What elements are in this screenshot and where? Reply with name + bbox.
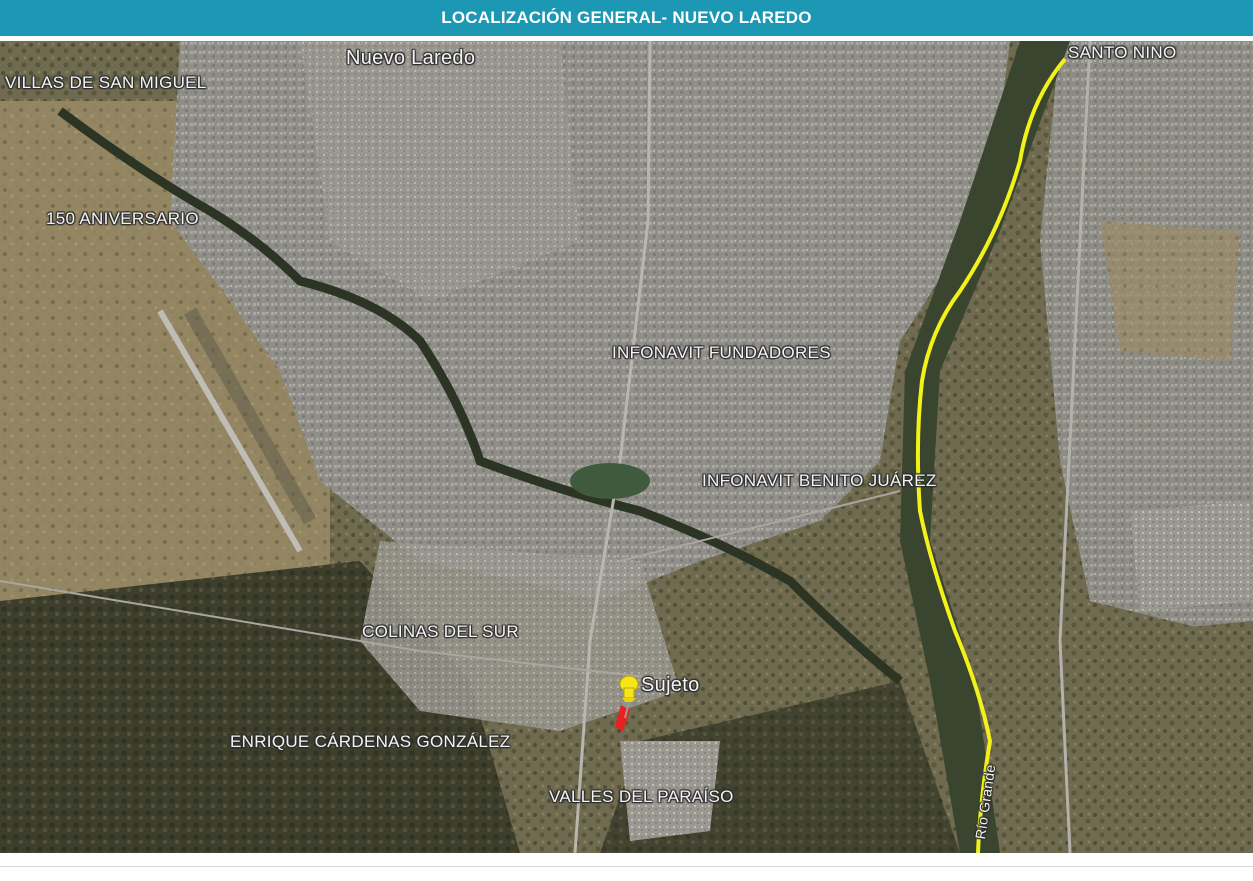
label-villas-de-san-miguel: VILLAS DE SAN MIGUEL [5, 73, 207, 92]
pushpin-icon[interactable] [612, 674, 642, 744]
label-nuevo-laredo: Nuevo Laredo [346, 47, 476, 69]
label-infonavit-benito-juarez: INFONAVIT BENITO JUÁREZ [702, 471, 937, 490]
label-enrique-cardenas-gonzalez: ENRIQUE CÁRDENAS GONZÁLEZ [230, 732, 511, 751]
label-150-aniversario: 150 ANIVERSARIO [46, 209, 199, 228]
label-infonavit-fundadores: INFONAVIT FUNDADORES [612, 343, 831, 362]
bottom-margin [0, 853, 1253, 881]
page-title: LOCALIZACIÓN GENERAL- NUEVO LAREDO [0, 0, 1253, 36]
satellite-map[interactable]: Nuevo Laredo VILLAS DE SAN MIGUEL 150 AN… [0, 41, 1253, 853]
label-colinas-del-sur: COLINAS DEL SUR [362, 622, 519, 641]
label-sujeto: Sujeto [641, 674, 700, 696]
label-santo-nino: SANTO NINO [1068, 43, 1177, 62]
footer-divider [0, 866, 1253, 867]
label-valles-del-paraiso: VALLES DEL PARAÍSO [549, 787, 734, 806]
slide-frame: LOCALIZACIÓN GENERAL- NUEVO LAREDO Nuevo… [0, 0, 1253, 881]
